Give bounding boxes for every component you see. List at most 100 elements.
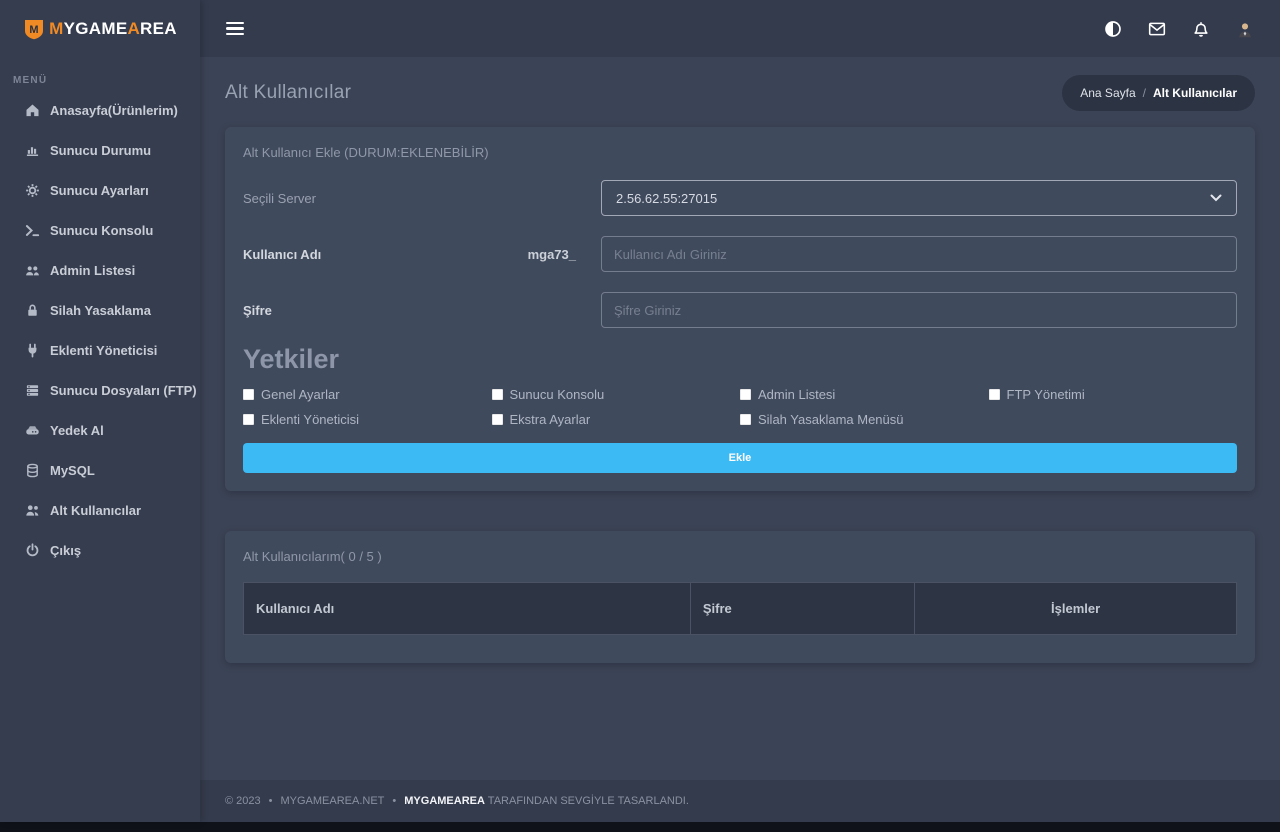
chevron-down-icon xyxy=(1210,194,1222,202)
page-title: Alt Kullanıcılar xyxy=(225,82,351,104)
column-header-actions: İşlemler xyxy=(915,583,1237,635)
permission-item[interactable]: Admin Listesi xyxy=(740,387,989,402)
password-label: Şifre xyxy=(243,303,272,318)
permission-label: Genel Ayarlar xyxy=(261,387,340,402)
checkbox[interactable] xyxy=(740,414,751,425)
sidebar-item-label: MySQL xyxy=(50,463,95,478)
sidebar-item-silah-yasaklama[interactable]: Silah Yasaklama xyxy=(0,290,200,330)
user-avatar[interactable] xyxy=(1236,20,1254,38)
permission-item[interactable]: Eklenti Yöneticisi xyxy=(243,412,492,427)
sidebar-item-label: Sunucu Durumu xyxy=(50,143,151,158)
server-select-label: Seçili Server xyxy=(243,191,316,206)
checkbox[interactable] xyxy=(989,389,1000,400)
sidebar-item-admin-listesi[interactable]: Admin Listesi xyxy=(0,250,200,290)
brand-seg: A xyxy=(127,19,140,38)
plug-icon xyxy=(25,343,40,358)
breadcrumb-home-link[interactable]: Ana Sayfa xyxy=(1080,86,1135,100)
permission-item[interactable]: Ekstra Ayarlar xyxy=(492,412,741,427)
server-select-row: Seçili Server 2.56.62.55:27015 xyxy=(243,180,1237,216)
add-button[interactable]: Ekle xyxy=(243,443,1237,473)
users-icon xyxy=(25,503,40,518)
checkbox[interactable] xyxy=(243,389,254,400)
footer-site-link[interactable]: MYGAMEAREA.NET xyxy=(281,795,385,807)
subusers-table: Kullanıcı Adı Şifre İşlemler xyxy=(243,582,1237,635)
svg-text:M: M xyxy=(30,24,39,36)
bar-chart-icon xyxy=(25,143,40,158)
permission-label: Ekstra Ayarlar xyxy=(510,412,591,427)
server-select[interactable]: 2.56.62.55:27015 xyxy=(601,180,1237,216)
checkbox[interactable] xyxy=(492,414,503,425)
permission-label: FTP Yönetimi xyxy=(1007,387,1085,402)
topbar xyxy=(200,0,1280,57)
menu-section-label: MENÜ xyxy=(0,57,200,90)
sidebar-item-label: Eklenti Yöneticisi xyxy=(50,343,157,358)
sidebar-item-label: Yedek Al xyxy=(50,423,104,438)
sidebar-item-label: Sunucu Konsolu xyxy=(50,223,153,238)
permission-label: Eklenti Yöneticisi xyxy=(261,412,359,427)
subusers-card-title: Alt Kullanıcılarım( 0 / 5 ) xyxy=(243,549,1237,564)
checkbox[interactable] xyxy=(243,414,254,425)
hamburger-menu-icon[interactable] xyxy=(226,19,244,39)
server-select-value: 2.56.62.55:27015 xyxy=(616,191,717,206)
checkbox[interactable] xyxy=(492,389,503,400)
brand-seg: M xyxy=(49,19,63,38)
bell-icon[interactable] xyxy=(1192,20,1210,38)
sidebar-item-alt-kullanicilar[interactable]: Alt Kullanıcılar xyxy=(0,490,200,530)
breadcrumb-current: Alt Kullanıcılar xyxy=(1153,86,1237,100)
breadcrumb-separator: / xyxy=(1143,86,1146,100)
brand-seg: YGAME xyxy=(64,19,128,38)
sidebar-item-label: Silah Yasaklama xyxy=(50,303,151,318)
permission-label: Sunucu Konsolu xyxy=(510,387,605,402)
permission-item[interactable]: Silah Yasaklama Menüsü xyxy=(740,412,989,427)
sidebar-item-anasayfa[interactable]: Anasayfa(Ürünlerim) xyxy=(0,90,200,130)
sidebar-item-label: Sunucu Dosyaları (FTP) xyxy=(50,383,197,398)
checkbox[interactable] xyxy=(740,389,751,400)
mail-icon[interactable] xyxy=(1148,20,1166,38)
brand-logo[interactable]: M MYGAMEAREA xyxy=(0,0,200,57)
power-icon xyxy=(25,543,40,558)
footer-bullet: • xyxy=(392,795,396,807)
sidebar-item-mysql[interactable]: MySQL xyxy=(0,450,200,490)
footer-bullet: • xyxy=(269,795,273,807)
username-input[interactable] xyxy=(601,236,1237,272)
contrast-icon[interactable] xyxy=(1104,20,1122,38)
sidebar-item-sunucu-konsolu[interactable]: Sunucu Konsolu xyxy=(0,210,200,250)
sidebar-item-sunucu-durumu[interactable]: Sunucu Durumu xyxy=(0,130,200,170)
permission-item[interactable]: Genel Ayarlar xyxy=(243,387,492,402)
brand-shield-icon: M xyxy=(23,18,45,40)
username-label: Kullanıcı Adı xyxy=(243,247,321,262)
sidebar-item-yedek-al[interactable]: Yedek Al xyxy=(0,410,200,450)
sidebar-item-sunucu-ayarlari[interactable]: Sunucu Ayarları xyxy=(0,170,200,210)
terminal-icon xyxy=(25,223,40,238)
sidebar-item-label: Anasayfa(Ürünlerim) xyxy=(50,103,178,118)
sidebar-item-label: Admin Listesi xyxy=(50,263,135,278)
hdd-icon xyxy=(25,423,40,438)
sidebar-item-cikis[interactable]: Çıkış xyxy=(0,530,200,570)
permission-item[interactable]: FTP Yönetimi xyxy=(989,387,1238,402)
footer-brand: MYGAMEAREA xyxy=(404,795,485,807)
footer-copyright: © 2023 xyxy=(225,795,261,807)
sidebar-item-label: Alt Kullanıcılar xyxy=(50,503,141,518)
sidebar-item-sunucu-dosyalari[interactable]: Sunucu Dosyaları (FTP) xyxy=(0,370,200,410)
brand-seg: REA xyxy=(140,19,177,38)
permission-label: Silah Yasaklama Menüsü xyxy=(758,412,904,427)
permission-label: Admin Listesi xyxy=(758,387,835,402)
permission-item[interactable]: Sunucu Konsolu xyxy=(492,387,741,402)
sidebar: M MYGAMEAREA MENÜ Anasayfa(Ürünlerim) Su… xyxy=(0,0,200,822)
server-icon xyxy=(25,383,40,398)
column-header-password: Şifre xyxy=(690,583,914,635)
home-icon xyxy=(25,103,40,118)
main-content: Alt Kullanıcılar Ana Sayfa / Alt Kullanı… xyxy=(200,57,1280,780)
sidebar-item-eklenti-yoneticisi[interactable]: Eklenti Yöneticisi xyxy=(0,330,200,370)
lock-icon xyxy=(25,303,40,318)
add-subuser-card-title: Alt Kullanıcı Ekle (DURUM:EKLENEBİLİR) xyxy=(243,145,1237,160)
username-prefix: mga73_ xyxy=(528,247,576,262)
footer-tagline: TARAFINDAN SEVGİYLE TASARLANDI. xyxy=(488,795,689,807)
users-group-icon xyxy=(25,263,40,278)
add-subuser-card: Alt Kullanıcı Ekle (DURUM:EKLENEBİLİR) S… xyxy=(225,127,1255,491)
breadcrumb: Ana Sayfa / Alt Kullanıcılar xyxy=(1062,75,1255,111)
column-header-username: Kullanıcı Adı xyxy=(244,583,691,635)
username-row: Kullanıcı Adı mga73_ xyxy=(243,236,1237,272)
password-input[interactable] xyxy=(601,292,1237,328)
permissions-grid: Genel Ayarlar Sunucu Konsolu Admin Liste… xyxy=(243,387,1237,427)
